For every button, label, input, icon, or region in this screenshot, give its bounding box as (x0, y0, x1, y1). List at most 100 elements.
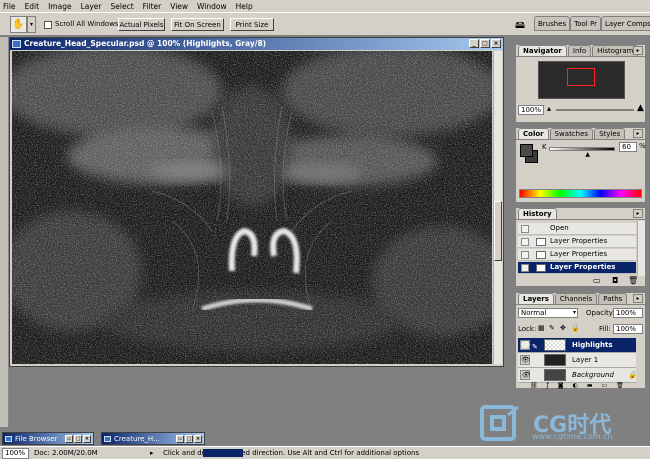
maximize-icon[interactable]: □ (185, 435, 193, 443)
tool-preset-dropdown[interactable]: ▾ (27, 16, 36, 33)
tab-color[interactable]: Color (518, 128, 549, 139)
minimized-creature-doc[interactable]: Creature_H... ▫ □ × (101, 432, 205, 445)
k-slider[interactable]: ▲ (549, 147, 615, 158)
history-item[interactable]: Open (518, 223, 636, 235)
close-icon[interactable]: × (83, 435, 91, 443)
history-brush-source-checkbox[interactable] (521, 264, 529, 272)
status-zoom-field[interactable]: 100% (2, 448, 29, 459)
tab-styles[interactable]: Styles (594, 128, 626, 139)
scroll-all-checkbox[interactable] (44, 21, 52, 29)
menu-edit[interactable]: Edit (25, 2, 40, 11)
layer-row-layer-1[interactable]: 👁 Layer 1 (518, 353, 636, 368)
menu-filter[interactable]: Filter (143, 2, 162, 11)
navigator-zoom-field[interactable]: 100% (518, 105, 544, 115)
lock-label: Lock: (518, 325, 537, 333)
panel-menu-icon[interactable]: ▸ (633, 209, 643, 218)
eye-icon[interactable]: 👁 (520, 370, 530, 380)
panel-menu-icon[interactable]: ▸ (633, 129, 643, 138)
tab-paths[interactable]: Paths (598, 293, 628, 304)
restore-icon[interactable]: ▫ (65, 435, 73, 443)
history-item[interactable]: Layer Properties (518, 249, 636, 261)
doc-size[interactable]: Doc: 2.00M/20.0M (34, 447, 98, 459)
menu-image[interactable]: Image (48, 2, 72, 11)
hand-tool-icon[interactable]: ✋ (10, 16, 27, 33)
new-group-icon[interactable]: ▬ (587, 382, 593, 390)
navigator-thumbnail[interactable] (538, 61, 625, 99)
navigator-zoom-slider[interactable] (556, 109, 634, 111)
eye-icon[interactable]: 👁 (520, 355, 530, 365)
menu-window[interactable]: Window (197, 2, 227, 11)
new-layer-icon[interactable]: ▭ (602, 382, 608, 390)
link-icon[interactable]: ⛓ (530, 382, 538, 390)
trash-icon[interactable]: 🗑 (628, 276, 638, 285)
well-tab-brushes[interactable]: Brushes (534, 16, 571, 31)
layer-row-highlights[interactable]: 👁 ✎ Highlights (518, 338, 636, 353)
k-value-field[interactable]: 60 (619, 142, 637, 152)
file-browser-icon[interactable]: 🖴 (513, 18, 527, 31)
image-canvas[interactable] (12, 51, 492, 364)
menu-help[interactable]: Help (236, 2, 253, 11)
status-menu-arrow-icon[interactable]: ▸ (150, 447, 154, 459)
history-brush-source-checkbox[interactable] (521, 225, 529, 233)
print-size-button[interactable]: Print Size (230, 18, 274, 31)
well-tab-tool-presets[interactable]: Tool Pr (570, 16, 601, 31)
restore-icon[interactable]: ▫ (176, 435, 184, 443)
lock-transparency-icon[interactable]: ▦ (538, 324, 545, 332)
layers-tabs: Layers Channels Paths (516, 293, 645, 305)
tab-swatches[interactable]: Swatches (549, 128, 594, 139)
menu-layer[interactable]: Layer (81, 2, 102, 11)
view-box[interactable] (567, 68, 595, 86)
close-icon[interactable]: × (194, 435, 202, 443)
document-title-bar[interactable]: Creature_Head_Specular.psd @ 100% (Highl… (10, 38, 503, 50)
new-snapshot-icon[interactable]: ◘ (612, 276, 618, 285)
blend-mode-select[interactable]: Normal ▾ (518, 308, 578, 318)
tab-navigator[interactable]: Navigator (518, 45, 567, 56)
tab-layers[interactable]: Layers (518, 293, 554, 304)
opacity-field[interactable]: 100% (613, 308, 643, 318)
adjustment-layer-icon[interactable]: ◐ (573, 382, 578, 390)
minimize-icon[interactable]: _ (469, 39, 479, 48)
layer-properties-icon (536, 264, 546, 272)
zoom-out-icon[interactable]: ▴ (547, 104, 551, 113)
panel-menu-icon[interactable]: ▸ (633, 294, 643, 303)
well-tab-layer-comps[interactable]: Layer Comps (600, 16, 650, 31)
fill-field[interactable]: 100% (613, 324, 643, 334)
tab-channels[interactable]: Channels (554, 293, 598, 304)
foreground-color-swatch[interactable] (520, 144, 533, 157)
k-slider-thumb[interactable]: ▲ (585, 151, 590, 158)
maximize-icon[interactable]: □ (480, 39, 490, 48)
zoom-in-icon[interactable]: ▲ (637, 103, 644, 113)
tab-histogram[interactable]: Histogram (592, 45, 639, 56)
palette-well: Brushes Tool Pr Layer Comps (534, 16, 650, 31)
history-brush-source-checkbox[interactable] (521, 251, 529, 259)
menu-file[interactable]: File (3, 2, 16, 11)
new-document-icon[interactable]: ▭ (593, 276, 601, 285)
history-item[interactable]: Layer Properties (518, 236, 636, 248)
lock-position-icon[interactable]: ✥ (560, 324, 566, 332)
close-icon[interactable]: × (491, 39, 501, 48)
status-bar: 100% Doc: 2.00M/20.0M ▸ Click and drag i… (0, 446, 650, 459)
actual-pixels-button[interactable]: Actual Pixels (118, 18, 165, 31)
history-scrollbar[interactable] (637, 221, 645, 276)
history-item-selected[interactable]: Layer Properties (518, 262, 636, 274)
minimized-file-browser[interactable]: File Browser ▫ □ × (2, 432, 94, 445)
tab-info[interactable]: Info (567, 45, 592, 56)
layer-row-background[interactable]: 👁 Background 🔒 (518, 368, 637, 383)
lock-image-icon[interactable]: ✎ (549, 324, 555, 332)
maximize-icon[interactable]: □ (74, 435, 82, 443)
scroll-thumb[interactable] (494, 201, 502, 261)
layer-mask-icon[interactable]: ◙ (558, 382, 564, 390)
trash-icon[interactable]: 🗑 (616, 382, 624, 390)
menu-view[interactable]: View (170, 2, 188, 11)
panel-menu-icon[interactable]: ▸ (633, 46, 643, 55)
menu-select[interactable]: Select (111, 2, 134, 11)
vertical-scrollbar[interactable] (493, 51, 502, 364)
eye-icon[interactable]: 👁 (520, 340, 530, 350)
tab-history[interactable]: History (518, 208, 557, 219)
layer-style-icon[interactable]: ƒ (547, 382, 549, 390)
lock-all-icon[interactable]: 🔒 (571, 324, 580, 332)
fit-on-screen-button[interactable]: Fit On Screen (171, 18, 224, 31)
color-ramp[interactable] (519, 189, 642, 198)
toolbox[interactable] (0, 37, 9, 427)
history-brush-source-checkbox[interactable] (521, 238, 529, 246)
